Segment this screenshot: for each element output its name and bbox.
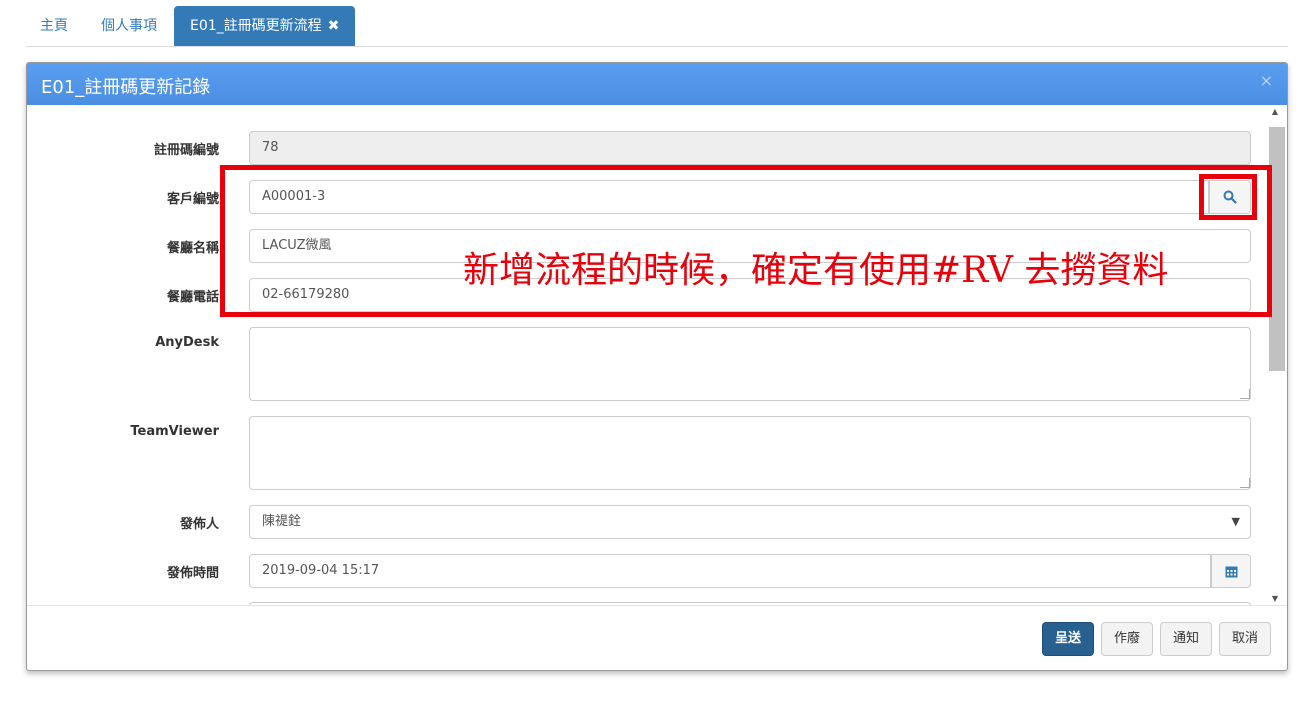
- void-button[interactable]: 作廢: [1101, 622, 1154, 656]
- calendar-icon: [1225, 566, 1237, 577]
- submit-button[interactable]: 呈送: [1042, 622, 1095, 656]
- annotation-text: 新增流程的時候，確定有使用#RV 去撈資料: [463, 250, 1169, 291]
- customer-no-label: 客戶編號: [166, 192, 219, 207]
- modal-title: E01_註冊碼更新記錄: [41, 77, 211, 98]
- scroll-up-icon[interactable]: ▲: [1269, 107, 1281, 116]
- tab-home[interactable]: 主頁: [40, 6, 68, 46]
- tab-e01-label: E01_註冊碼更新流程: [190, 18, 322, 34]
- modal-header: E01_註冊碼更新記錄 ×: [27, 63, 1287, 105]
- calendar-button[interactable]: [1211, 554, 1251, 588]
- modal-close-icon[interactable]: ×: [1260, 71, 1273, 90]
- chevron-down-icon: ▼: [1231, 515, 1240, 528]
- restaurant-name-label: 餐廳名稱: [166, 241, 219, 256]
- publisher-label: 發佈人: [179, 517, 219, 532]
- publisher-value: 陳禔銓: [262, 514, 302, 529]
- annotation-search-highlight: [1199, 174, 1257, 220]
- teamviewer-resize-handle[interactable]: [1240, 478, 1250, 488]
- tab-e01-process[interactable]: E01_註冊碼更新流程 ✖: [174, 6, 356, 46]
- publish-time-input[interactable]: 2019-09-04 15:17: [249, 554, 1211, 588]
- scroll-down-icon[interactable]: ▼: [1269, 594, 1281, 603]
- reg-no-field: 78: [249, 131, 1251, 165]
- reg-no-label: 註冊碼編號: [153, 143, 219, 158]
- anydesk-textarea[interactable]: [249, 327, 1251, 401]
- tab-personal[interactable]: 個人事項: [101, 6, 157, 46]
- teamviewer-textarea[interactable]: [249, 416, 1251, 490]
- publisher-select[interactable]: 陳禔銓 ▼: [249, 505, 1251, 539]
- anydesk-resize-handle[interactable]: [1240, 389, 1250, 399]
- teamviewer-label: TeamViewer: [130, 424, 219, 439]
- anydesk-label: AnyDesk: [155, 335, 219, 350]
- close-icon[interactable]: ✖: [328, 18, 340, 34]
- publish-time-label: 發佈時間: [166, 566, 219, 581]
- modal-footer: 呈送 作廢 通知 取消: [27, 605, 1287, 670]
- tab-bar: 主頁 個人事項 E01_註冊碼更新流程 ✖: [26, 6, 1288, 47]
- restaurant-phone-label: 餐廳電話: [166, 290, 219, 305]
- notify-button[interactable]: 通知: [1160, 622, 1213, 656]
- cancel-button[interactable]: 取消: [1219, 622, 1272, 656]
- modal-dialog: E01_註冊碼更新記錄 × 註冊碼編號 78 客戶編號 A00001-3 餐廳名…: [26, 62, 1288, 671]
